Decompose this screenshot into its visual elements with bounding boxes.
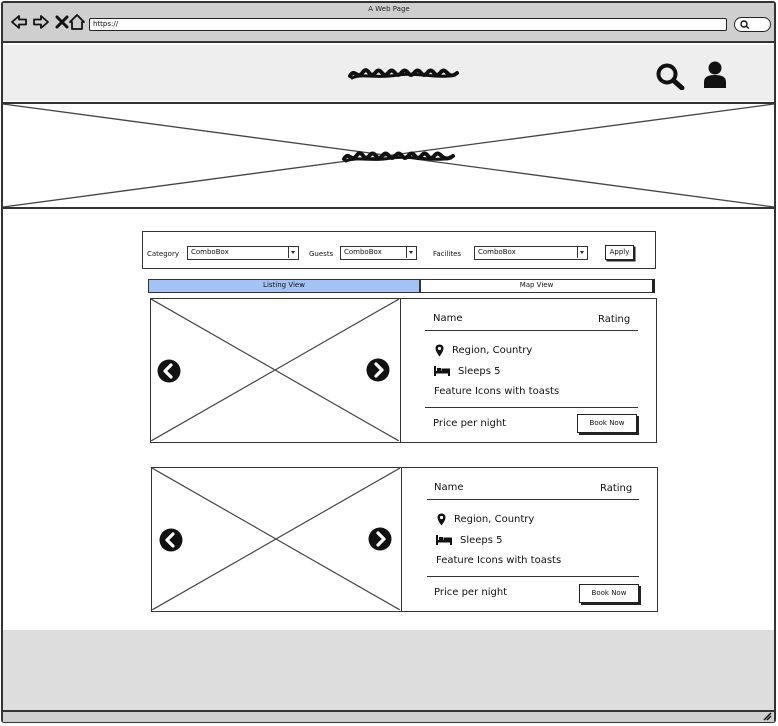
guests-label: Guests [309,250,334,258]
scribble-title-icon [342,151,455,163]
page-footer [3,630,774,710]
category-combobox[interactable]: ComboBox [187,246,299,260]
search-icon[interactable] [655,62,685,90]
guests-combobox-value: ComboBox [344,248,382,256]
book-now-button[interactable]: Book Now [579,584,639,603]
listing-price: Price per night [434,587,508,598]
browser-statusbar [3,710,774,722]
listing-features: Feature Icons with toasts [434,386,560,397]
listing-name: Name [434,482,464,493]
facilities-label: Facilites [433,250,462,258]
chevron-left-circle-icon[interactable] [159,528,183,552]
listing-location: Region, Country [454,514,535,525]
divider [427,499,639,500]
divider [425,407,638,408]
image-placeholder-icon [152,468,400,610]
browser-search-button[interactable] [734,17,771,32]
search-icon [740,20,750,29]
image-placeholder-icon [151,299,399,441]
bed-icon [436,535,452,545]
hero-banner [3,104,774,209]
listing-image [151,467,402,612]
user-icon[interactable] [703,61,727,88]
chevron-down-icon [288,247,298,258]
chevron-right-circle-icon[interactable] [366,358,390,382]
listing-sleeps: Sleeps 5 [460,535,503,546]
listing-rating: Rating [598,314,631,325]
listing-price: Price per night [433,418,507,429]
forward-arrow-icon[interactable] [32,13,50,31]
listing-sleeps: Sleeps 5 [458,366,501,377]
bed-icon [434,366,450,376]
facilities-combobox[interactable]: ComboBox [474,246,588,260]
chevron-down-icon [406,247,416,258]
category-label: Category [147,250,179,258]
listing-rating: Rating [600,483,633,494]
facilities-combobox-value: ComboBox [478,248,516,256]
map-pin-icon [437,513,446,526]
chevron-right-circle-icon[interactable] [368,527,392,551]
divider [425,330,638,331]
window-title: A Web Page [368,5,410,13]
listing-features: Feature Icons with toasts [436,555,562,566]
map-pin-icon [435,344,444,357]
book-now-button[interactable]: Book Now [577,414,637,433]
back-arrow-icon[interactable] [10,13,28,31]
resize-grip-icon[interactable] [762,711,772,721]
scribble-logo-icon [348,68,459,80]
divider [427,576,639,577]
guests-combobox[interactable]: ComboBox [340,246,417,260]
home-icon[interactable] [68,13,86,31]
tab-listing-view[interactable]: Listing View [148,279,420,293]
chevron-left-circle-icon[interactable] [157,359,181,383]
category-combobox-value: ComboBox [191,248,229,256]
tab-map-view[interactable]: Map View [420,279,655,293]
url-bar[interactable]: https:// [89,18,727,31]
chevron-down-icon [577,247,587,258]
apply-button[interactable]: Apply [605,245,634,260]
listing-location: Region, Country [452,345,533,356]
listing-image [150,298,401,443]
listing-name: Name [433,313,463,324]
